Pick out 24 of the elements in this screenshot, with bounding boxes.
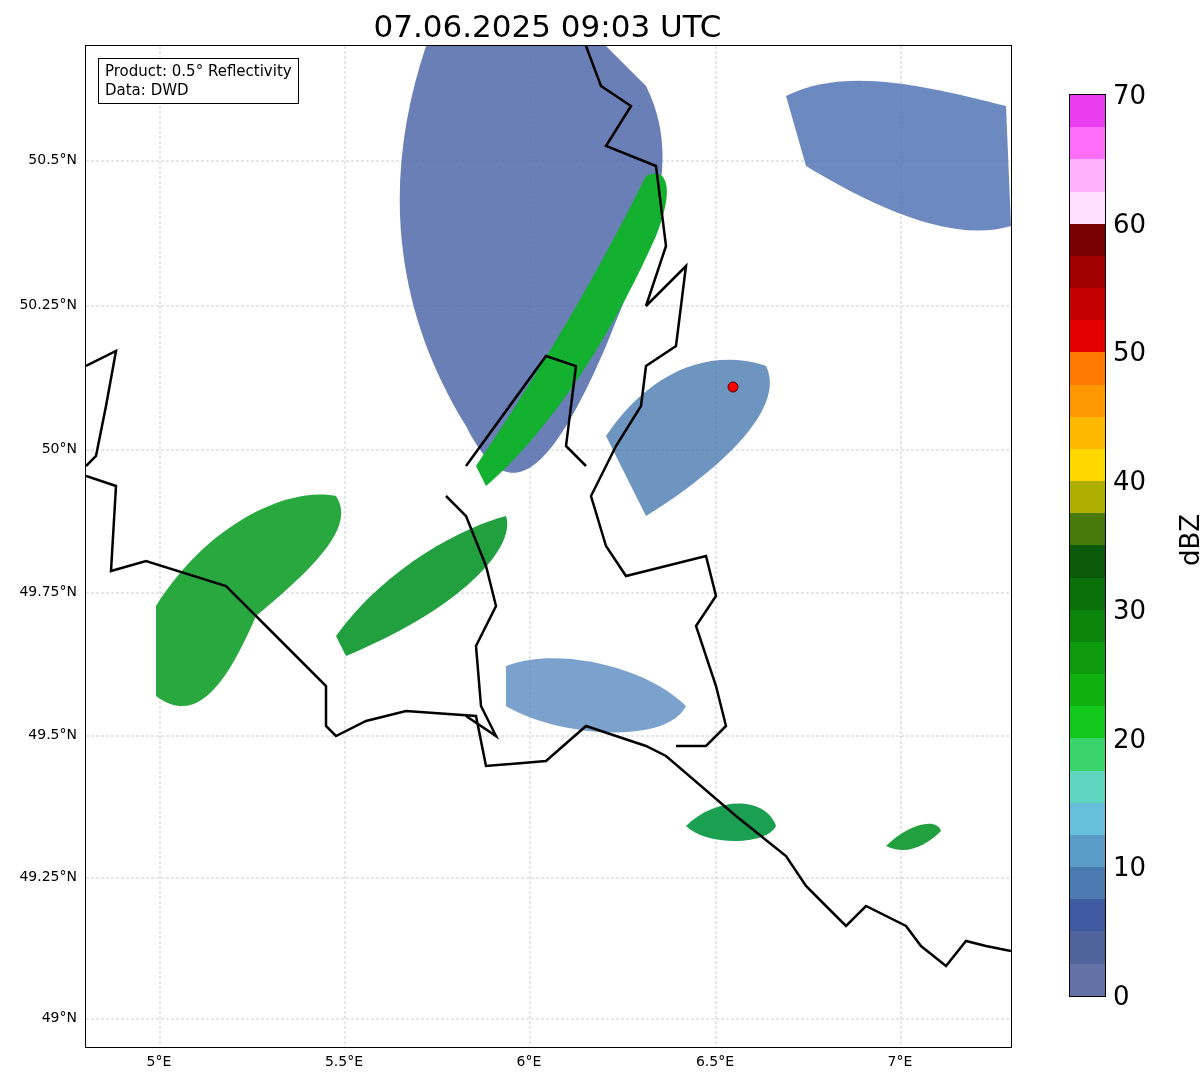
colorbar-tick-label: 50 bbox=[1113, 336, 1147, 369]
colorbar-tick-label: 60 bbox=[1113, 207, 1147, 240]
longitude-label: 5.5°E bbox=[323, 1053, 365, 1069]
legend-text: Product: 0.5° Reflectivity bbox=[105, 62, 292, 81]
latitude-label: 50°N bbox=[41, 440, 77, 456]
latitude-label: 49.75°N bbox=[19, 583, 77, 599]
colorbar-tick-label: 20 bbox=[1113, 722, 1147, 755]
longitude-label: 6°E bbox=[515, 1053, 543, 1069]
colorbar-tick-label: 0 bbox=[1113, 980, 1130, 1012]
latitude-label: 50.5°N bbox=[28, 151, 77, 167]
chart-title: 07.06.2025 09:03 UTC bbox=[372, 7, 723, 45]
colorbar-label: dBZ bbox=[1175, 513, 1202, 567]
colorbar-tick-label: 10 bbox=[1113, 851, 1147, 884]
latitude-label: 49°N bbox=[41, 1009, 77, 1025]
colorbar-tick-label: 40 bbox=[1113, 465, 1147, 498]
latitude-label: 49.25°N bbox=[19, 868, 77, 884]
legend-text: Data: DWD bbox=[105, 81, 190, 100]
longitude-label: 7°E bbox=[886, 1053, 914, 1069]
longitude-label: 6.5°E bbox=[694, 1053, 736, 1069]
colorbar-tick-label: 30 bbox=[1113, 593, 1147, 626]
latitude-label: 49.5°N bbox=[28, 726, 77, 742]
colorbar-tick-label: 70 bbox=[1113, 79, 1147, 111]
latitude-label: 50.25°N bbox=[19, 296, 77, 312]
longitude-label: 5°E bbox=[145, 1053, 173, 1069]
